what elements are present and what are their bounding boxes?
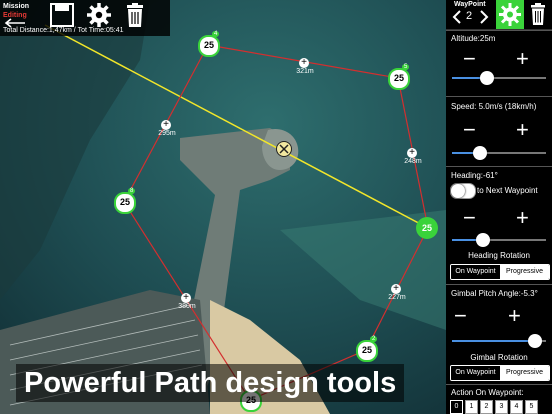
- distance-label: 227m: [388, 294, 406, 301]
- add-waypoint-icon: +: [407, 148, 417, 158]
- add-waypoint-icon: +: [391, 284, 401, 294]
- waypoint-settings-tab[interactable]: [496, 0, 524, 29]
- distance-label: 321m: [296, 68, 314, 75]
- distance-marker[interactable]: + 380m: [172, 293, 202, 315]
- heading-on-waypoint-option[interactable]: On Waypoint: [451, 265, 500, 279]
- action-selector: 0 1 2 3 4 5: [450, 400, 538, 414]
- mission-toolbar: Mission Editing Total Distance:1,47km / …: [0, 0, 170, 36]
- waypoint-marker[interactable]: 25 5: [388, 64, 410, 90]
- next-waypoint-icon[interactable]: [478, 9, 490, 25]
- waypoint-title: WayPoint: [454, 1, 486, 8]
- point-of-interest-icon[interactable]: [276, 141, 292, 157]
- altitude-increase-button[interactable]: +: [516, 48, 529, 70]
- waypoint-panel-header: WayPoint 2: [446, 0, 552, 30]
- total-distance-time: Total Distance:1,47km / Tot Time:05:41: [3, 27, 124, 34]
- action-option[interactable]: 0: [450, 400, 463, 414]
- distance-marker[interactable]: + 321m: [290, 58, 320, 80]
- waypoint-altitude-label: 25: [361, 345, 372, 355]
- waypoint-panel: WayPoint 2 Altitude:25m − + Speed: 5.0m/…: [446, 0, 552, 414]
- distance-label: 380m: [178, 303, 196, 310]
- waypoint-index-badge: 2: [370, 336, 378, 342]
- add-waypoint-icon: +: [181, 293, 191, 303]
- heading-increase-button[interactable]: +: [516, 207, 529, 229]
- speed-slider-knob[interactable]: [473, 146, 488, 160]
- delete-waypoint-icon[interactable]: [526, 2, 550, 27]
- waypoint-index-badge: 5: [402, 64, 410, 70]
- save-mission-icon[interactable]: [48, 2, 76, 28]
- action-option[interactable]: 4: [510, 400, 523, 414]
- heading-progressive-option[interactable]: Progressive: [500, 265, 549, 279]
- waypoint-index-badge: 8: [128, 188, 136, 194]
- heading-rotation-label: Heading Rotation: [468, 251, 530, 260]
- gimbal-decrease-button[interactable]: −: [454, 305, 467, 327]
- gimbal-on-waypoint-option[interactable]: On Waypoint: [451, 366, 500, 380]
- distance-marker[interactable]: + 295m: [152, 120, 182, 142]
- gimbal-slider-knob[interactable]: [527, 334, 542, 348]
- add-waypoint-icon: +: [161, 120, 171, 130]
- gimbal-progressive-option[interactable]: Progressive: [500, 366, 549, 380]
- gimbal-rotation-segmented-control: On Waypoint Progressive: [450, 365, 550, 381]
- waypoint-altitude-label: 25: [421, 223, 432, 233]
- heading-label: Heading:-61°: [451, 171, 498, 180]
- waypoint-altitude-label: 25: [393, 73, 404, 83]
- distance-marker[interactable]: + 248m: [398, 148, 428, 170]
- gimbal-increase-button[interactable]: +: [508, 305, 521, 327]
- speed-slider[interactable]: [452, 146, 546, 160]
- trash-icon[interactable]: [121, 2, 149, 28]
- distance-marker[interactable]: + 227m: [382, 284, 412, 306]
- gear-icon: [499, 3, 521, 26]
- speed-increase-button[interactable]: +: [516, 119, 529, 141]
- waypoint-altitude-label: 25: [203, 40, 214, 50]
- action-option[interactable]: 1: [465, 400, 478, 414]
- altitude-slider[interactable]: [452, 71, 546, 85]
- heading-slider[interactable]: [452, 233, 546, 247]
- gimbal-section: Gimbal Pitch Angle:-5.3° − + Gimbal Rota…: [446, 284, 552, 385]
- heading-decrease-button[interactable]: −: [463, 207, 476, 229]
- altitude-section: Altitude:25m − +: [446, 30, 552, 95]
- waypoint-altitude-label: 25: [119, 197, 130, 207]
- map-view[interactable]: 25 4 25 5 25 25 2 25 8 25 + 321m: [0, 0, 446, 414]
- promo-caption: Powerful Path design tools: [16, 364, 405, 402]
- waypoint-marker[interactable]: 25 2: [356, 336, 378, 362]
- altitude-label: Altitude:25m: [451, 34, 496, 43]
- gimbal-slider[interactable]: [452, 334, 546, 348]
- speed-decrease-button[interactable]: −: [463, 119, 476, 141]
- distance-label: 295m: [158, 130, 176, 137]
- heading-slider-knob[interactable]: [476, 233, 491, 247]
- distance-label: 248m: [404, 158, 422, 165]
- altitude-slider-knob[interactable]: [479, 71, 494, 85]
- to-next-waypoint-label: to Next Waypoint: [477, 186, 538, 195]
- waypoint-marker-selected[interactable]: 25: [416, 217, 438, 239]
- action-on-waypoint-label: Action On Waypoint:: [451, 388, 524, 397]
- mission-label: Mission: [3, 3, 30, 10]
- previous-waypoint-icon[interactable]: [451, 9, 463, 25]
- gimbal-pitch-label: Gimbal Pitch Angle:-5.3°: [451, 289, 538, 298]
- speed-section: Speed: 5.0m/s (18km/h) − +: [446, 96, 552, 165]
- heading-next-waypoint-toggle[interactable]: [450, 183, 476, 199]
- waypoint-marker[interactable]: 25 4: [198, 31, 220, 57]
- gimbal-rotation-label: Gimbal Rotation: [470, 353, 528, 362]
- waypoint-number: 2: [466, 10, 473, 22]
- action-option[interactable]: 5: [525, 400, 538, 414]
- add-waypoint-icon: +: [299, 58, 309, 68]
- speed-label: Speed: 5.0m/s (18km/h): [451, 102, 537, 111]
- waypoint-marker[interactable]: 25 8: [114, 188, 136, 214]
- gear-icon[interactable]: [85, 2, 113, 28]
- waypoint-index-badge: 4: [212, 31, 220, 37]
- action-option[interactable]: 3: [495, 400, 508, 414]
- altitude-decrease-button[interactable]: −: [463, 48, 476, 70]
- action-option[interactable]: 2: [480, 400, 493, 414]
- gimbal-slider-fill: [452, 340, 535, 342]
- heading-rotation-segmented-control: On Waypoint Progressive: [450, 264, 550, 280]
- mission-back-button[interactable]: Mission Editing: [3, 2, 43, 28]
- heading-section: Heading:-61° to Next Waypoint − + Headin…: [446, 166, 552, 283]
